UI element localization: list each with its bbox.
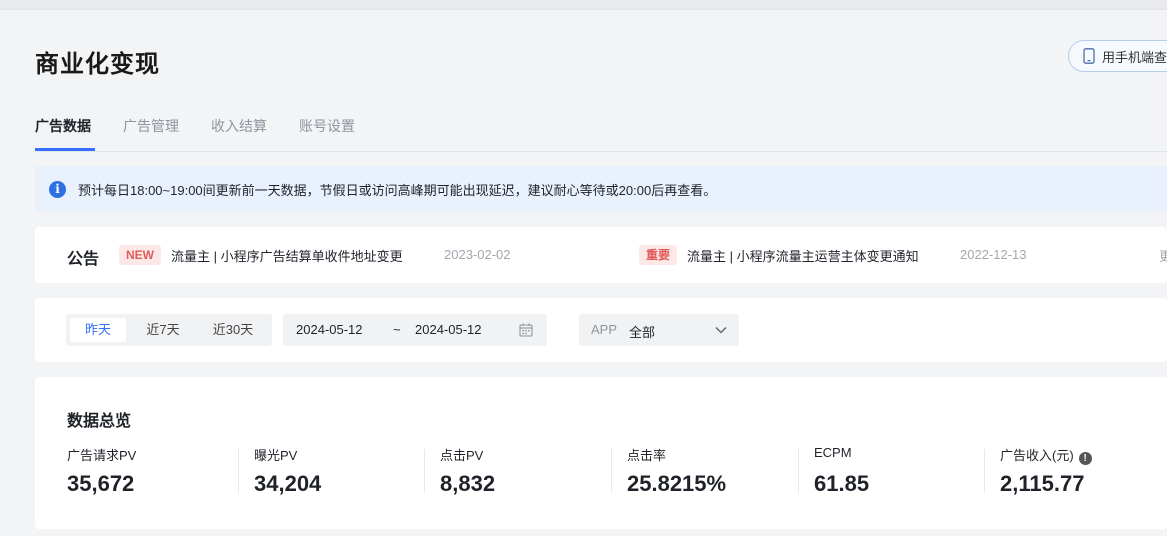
- new-badge: NEW: [119, 245, 161, 265]
- main-tabs: 广告数据 广告管理 收入结算 账号设置: [35, 110, 1167, 152]
- start-date: 2024-05-12: [296, 322, 363, 337]
- metric-value: 34,204: [254, 471, 322, 496]
- app-select[interactable]: APP 全部: [579, 314, 739, 346]
- metric-value: 8,832: [440, 471, 496, 496]
- metric-value: 25.8215%: [627, 471, 727, 496]
- range-7-days[interactable]: 近7天: [134, 318, 192, 342]
- filter-bar: 昨天 近7天 近30天 2024-05-12 ~ 2024-05-12 APP …: [35, 298, 1167, 362]
- date-separator: ~: [393, 322, 401, 337]
- metric-divider: [424, 449, 425, 493]
- active-tab-indicator: [35, 148, 95, 151]
- metric-divider: [611, 449, 612, 493]
- announcement-title: 公告: [67, 251, 100, 268]
- tab-ad-data[interactable]: 广告数据: [35, 116, 91, 136]
- range-30-days[interactable]: 近30天: [200, 318, 266, 342]
- end-date: 2024-05-12: [415, 322, 482, 337]
- announcement-date: 2023-02-02: [444, 247, 511, 262]
- alert-info-icon[interactable]: !: [1078, 452, 1092, 465]
- phone-icon: [1083, 48, 1095, 64]
- announcement-link[interactable]: 流量主 | 小程序流量主运营主体变更通知: [687, 246, 919, 265]
- chevron-down-icon: [715, 326, 727, 334]
- metric-divider: [984, 449, 985, 493]
- tab-ad-management[interactable]: 广告管理: [123, 116, 179, 136]
- metric-divider: [238, 449, 239, 493]
- app-select-value: 全部: [629, 325, 656, 340]
- metric-divider: [798, 449, 799, 493]
- update-notice-banner: i 预计每日18:00~19:00间更新前一天数据，节假日或访问高峰期可能出现延…: [35, 166, 1167, 212]
- top-strip: [0, 0, 1167, 10]
- overview-title: 数据总览: [67, 413, 132, 430]
- metric-label: 点击PV: [440, 448, 484, 463]
- page-title: 商业化变现: [35, 51, 160, 78]
- metric-value: 35,672: [67, 471, 135, 496]
- view-on-mobile-button[interactable]: 用手机端查看: [1068, 40, 1167, 72]
- tab-income-settlement[interactable]: 收入结算: [211, 116, 267, 136]
- metric-label-text: 广告收入(元): [1000, 448, 1074, 463]
- metric-value: 2,115.77: [1000, 471, 1085, 496]
- announcement-link[interactable]: 流量主 | 小程序广告结算单收件地址变更: [171, 246, 403, 265]
- info-icon: i: [49, 180, 66, 198]
- announcement-bar: 公告 NEW 流量主 | 小程序广告结算单收件地址变更 2023-02-02 重…: [35, 227, 1167, 283]
- important-badge: 重要: [639, 245, 678, 265]
- app-select-label: APP: [591, 322, 618, 337]
- metric-label: ECPM: [814, 445, 852, 460]
- date-range-picker[interactable]: 2024-05-12 ~ 2024-05-12: [283, 314, 547, 346]
- more-announcements-link[interactable]: 更: [1159, 246, 1167, 265]
- metric-value: 61.85: [814, 471, 870, 496]
- metric-label: 曝光PV: [254, 448, 298, 463]
- date-range-segmented: 昨天 近7天 近30天: [66, 314, 272, 346]
- metric-label: 广告收入(元)!: [1000, 445, 1092, 465]
- metric-label: 广告请求PV: [67, 448, 137, 463]
- metric-label: 点击率: [627, 448, 667, 463]
- announcement-date: 2022-12-13: [960, 247, 1027, 262]
- range-yesterday[interactable]: 昨天: [70, 318, 126, 342]
- view-on-mobile-label: 用手机端查看: [1102, 49, 1167, 65]
- notice-text: 预计每日18:00~19:00间更新前一天数据，节假日或访问高峰期可能出现延迟，…: [78, 182, 717, 198]
- data-overview-card: 数据总览 广告请求PV 35,672 曝光PV 34,204 点击PV 8,83…: [35, 377, 1167, 529]
- calendar-icon: [519, 323, 533, 337]
- tab-account-settings[interactable]: 账号设置: [299, 116, 355, 136]
